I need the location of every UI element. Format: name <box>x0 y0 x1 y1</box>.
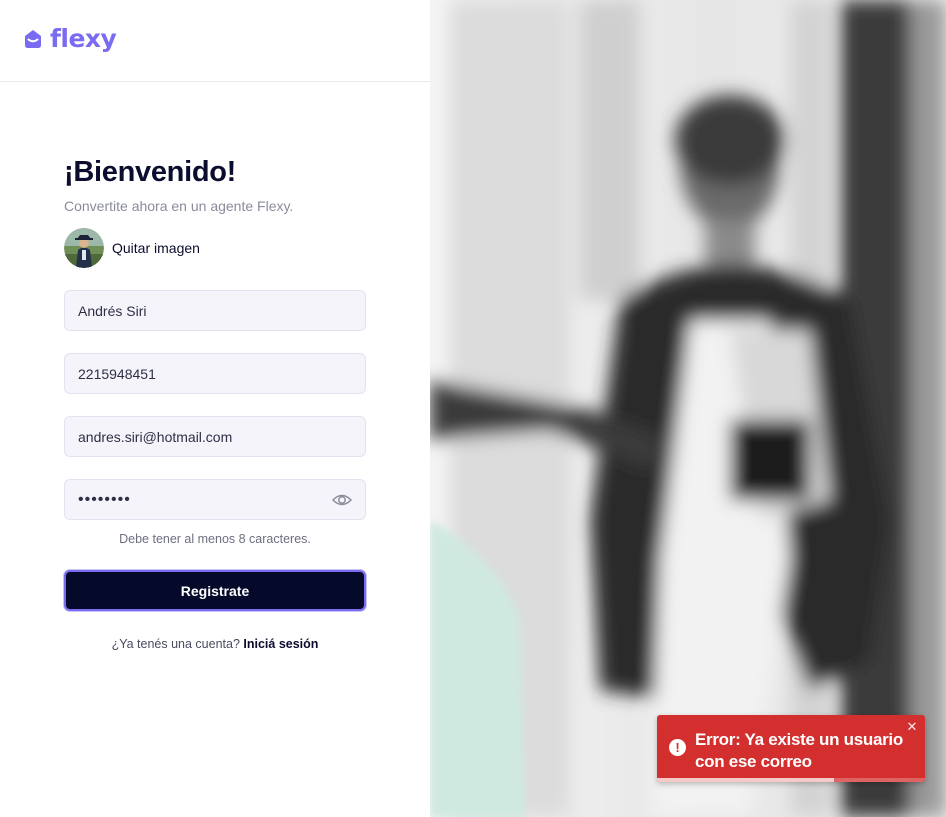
password-input[interactable] <box>65 480 365 519</box>
brand-name: flexy <box>50 24 117 53</box>
toast-progress-track <box>657 778 925 782</box>
hero-photo <box>430 0 946 817</box>
close-icon[interactable]: ✕ <box>906 720 918 734</box>
phone-input[interactable] <box>65 354 365 393</box>
header: flexy <box>0 0 430 82</box>
signup-panel: flexy ¡Bienvenido! Convertite ahora en u… <box>0 0 430 817</box>
login-prompt-row: ¿Ya tenés una cuenta? Iniciá sesión <box>64 637 366 651</box>
login-link[interactable]: Iniciá sesión <box>243 637 318 651</box>
register-button[interactable]: Registrate <box>64 570 366 611</box>
eye-icon[interactable] <box>332 491 352 509</box>
email-field-container <box>64 416 366 457</box>
hero-image <box>430 0 946 817</box>
page-title: ¡Bienvenido! <box>64 156 237 188</box>
login-prompt-text: ¿Ya tenés una cuenta? <box>111 637 240 651</box>
name-field-container <box>64 290 366 331</box>
remove-image-button[interactable]: Quitar imagen <box>112 240 200 256</box>
page-subtitle: Convertite ahora en un agente Flexy. <box>64 198 294 214</box>
name-input[interactable] <box>65 291 365 330</box>
avatar-row: Quitar imagen <box>64 228 366 268</box>
error-icon: ! <box>669 739 686 756</box>
email-input[interactable] <box>65 417 365 456</box>
signup-form: ¡Bienvenido! Convertite ahora en un agen… <box>64 154 366 651</box>
phone-field-container <box>64 353 366 394</box>
error-toast: ! Error: Ya existe un usuario con ese co… <box>657 715 925 782</box>
password-field-container <box>64 479 366 520</box>
password-hint: Debe tener al menos 8 caracteres. <box>119 532 311 546</box>
brand-logo[interactable]: flexy <box>22 24 117 53</box>
avatar[interactable] <box>64 228 104 268</box>
toast-message: Error: Ya existe un usuario con ese corr… <box>695 730 903 771</box>
flexy-logo-icon <box>25 30 41 48</box>
toast-progress-bar <box>657 778 834 782</box>
